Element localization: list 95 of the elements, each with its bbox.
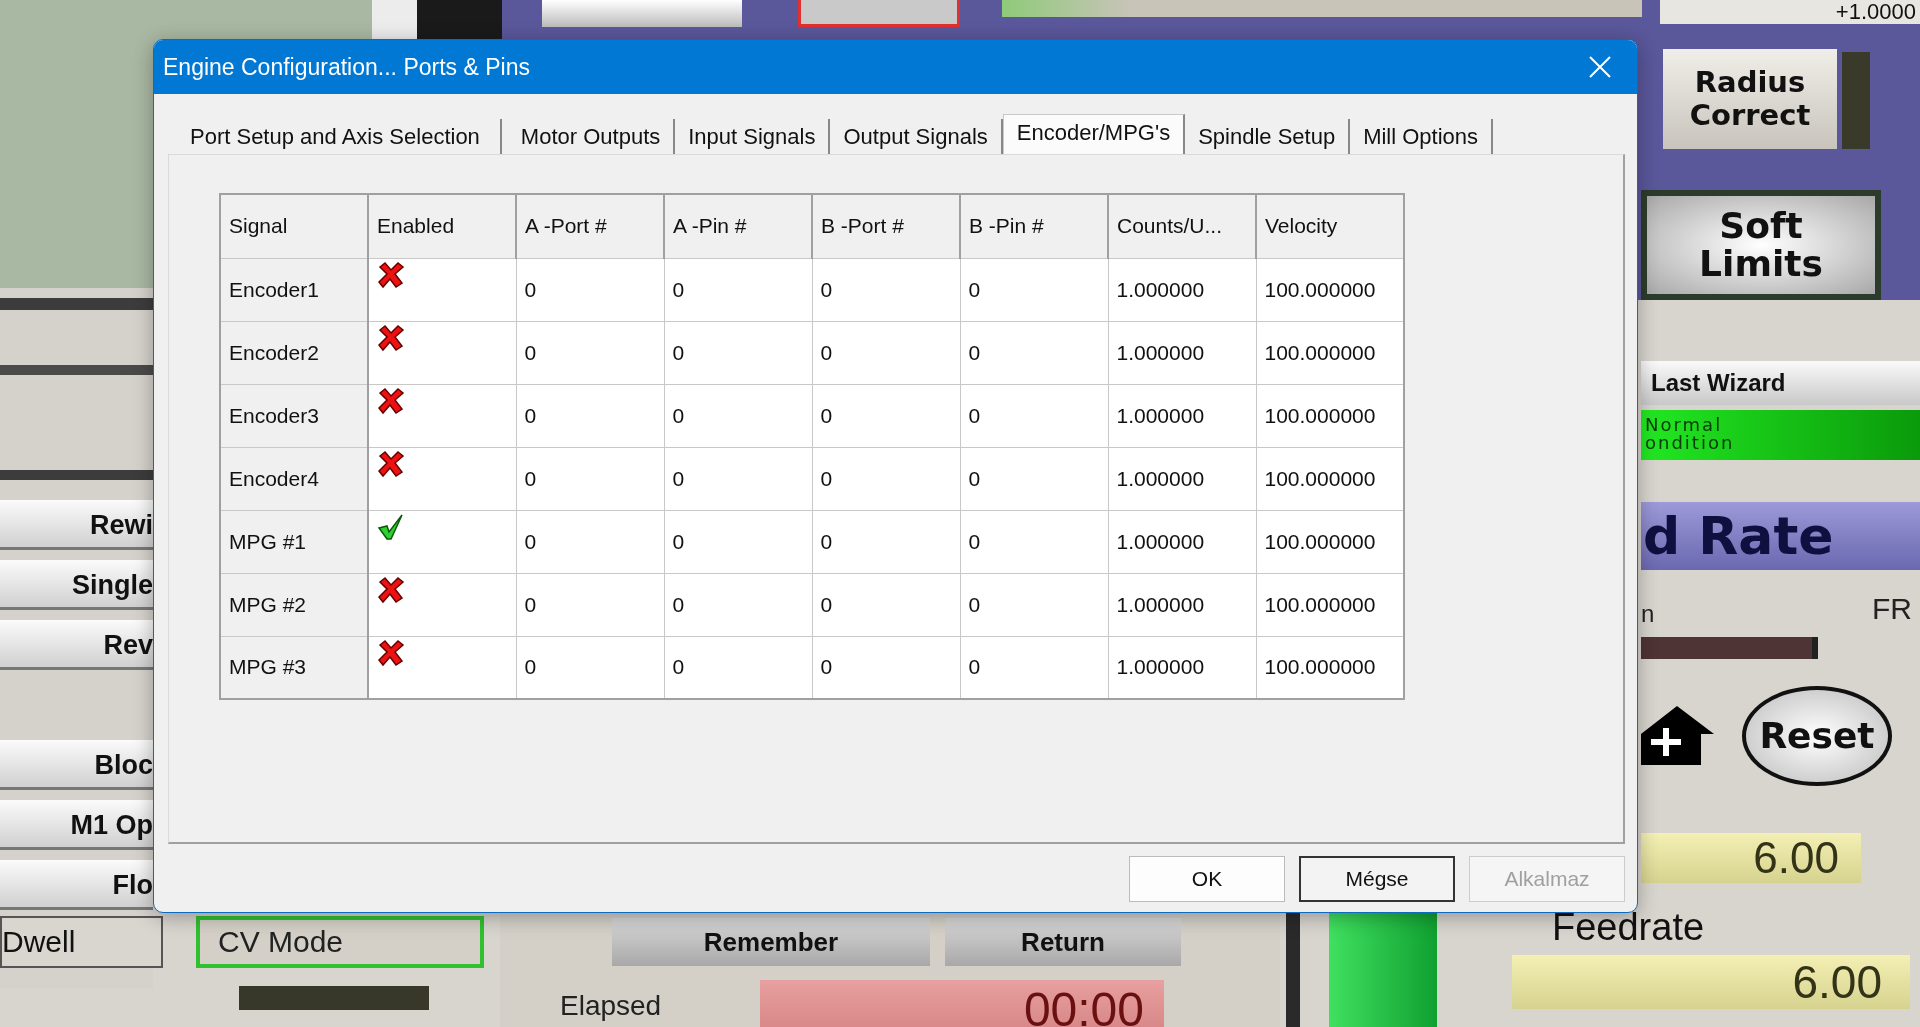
column-header[interactable]: Signal <box>220 194 368 258</box>
readout-display: 6.00 <box>1641 833 1861 883</box>
machine-button[interactable]: Rev <box>0 620 153 670</box>
home-plus-icon[interactable] <box>1641 704 1714 765</box>
row-header[interactable]: Encoder2 <box>220 321 368 384</box>
table-cell: 0 <box>664 384 812 447</box>
soft-limits-button[interactable]: Soft Limits <box>1641 190 1881 300</box>
label-text: FR <box>1872 592 1912 626</box>
cross-icon[interactable] <box>377 323 405 352</box>
table-cell: 0 <box>516 510 664 573</box>
table-cell: 0 <box>960 573 1108 636</box>
label-text: n <box>1641 600 1655 628</box>
radius-correct-button[interactable]: Radius Correct <box>1663 49 1837 149</box>
table-cell: 0 <box>516 573 664 636</box>
column-header[interactable]: Counts/U... <box>1108 194 1256 258</box>
table-cell: 0 <box>960 258 1108 321</box>
row-header[interactable]: MPG #2 <box>220 573 368 636</box>
table-cell: 0 <box>960 447 1108 510</box>
checkmark-icon[interactable] <box>377 512 405 541</box>
tab[interactable]: Encoder/MPG's <box>1002 114 1186 154</box>
table-cell: 0 <box>812 384 960 447</box>
table-cell: 1.000000 <box>1108 636 1256 699</box>
cross-icon[interactable] <box>377 260 405 289</box>
cv-mode-button[interactable]: CV Mode <box>196 916 484 968</box>
machine-button[interactable]: M1 Op <box>0 800 153 850</box>
row-header[interactable]: MPG #3 <box>220 636 368 699</box>
dialog-button[interactable]: Mégse <box>1299 856 1455 902</box>
table-cell: 0 <box>516 636 664 699</box>
table-cell: 1.000000 <box>1108 510 1256 573</box>
table-cell: 0 <box>812 258 960 321</box>
table-cell: 0 <box>664 636 812 699</box>
table-cell: 100.000000 <box>1256 636 1404 699</box>
label-text: Elapsed <box>560 990 662 1022</box>
column-header[interactable]: Velocity <box>1256 194 1404 258</box>
table-cell: 0 <box>812 321 960 384</box>
readout-display: 00:00 <box>760 980 1164 1027</box>
table-cell: 0 <box>960 384 1108 447</box>
table-cell: 0 <box>960 321 1108 384</box>
table-cell: 1.000000 <box>1108 321 1256 384</box>
table-cell: 0 <box>516 447 664 510</box>
row-header[interactable]: Encoder1 <box>220 258 368 321</box>
reset-button[interactable]: Reset <box>1742 686 1892 786</box>
machine-button[interactable]: Flo <box>0 860 153 910</box>
cross-icon[interactable] <box>377 575 405 604</box>
table-cell: 100.000000 <box>1256 510 1404 573</box>
table-cell: 1.000000 <box>1108 573 1256 636</box>
cross-icon[interactable] <box>377 449 405 478</box>
dwell-button[interactable]: Dwell <box>0 916 163 968</box>
column-header[interactable]: Enabled <box>368 194 516 258</box>
table-cell: 0 <box>812 447 960 510</box>
cross-icon[interactable] <box>377 638 405 667</box>
column-header[interactable]: A -Port # <box>516 194 664 258</box>
column-header[interactable]: B -Port # <box>812 194 960 258</box>
last-wizard-button[interactable]: Last Wizard <box>1641 361 1920 405</box>
column-header[interactable]: B -Pin # <box>960 194 1108 258</box>
table-cell: 0 <box>516 384 664 447</box>
table-cell: 100.000000 <box>1256 384 1404 447</box>
table-cell: 1.000000 <box>1108 447 1256 510</box>
readout-display: +1.0000 <box>1660 0 1920 24</box>
table-cell: 0 <box>516 321 664 384</box>
table-cell: 0 <box>664 510 812 573</box>
machine-button[interactable]: Bloc <box>0 740 153 790</box>
row-header[interactable]: Encoder3 <box>220 384 368 447</box>
table-cell: 0 <box>812 636 960 699</box>
table-cell: 1.000000 <box>1108 258 1256 321</box>
machine-button[interactable]: Rewi <box>0 500 153 550</box>
remember-button[interactable]: Remember <box>612 918 930 966</box>
window-title: Engine Configuration... Ports & Pins <box>163 53 530 81</box>
table-cell: 0 <box>812 510 960 573</box>
table-cell: 0 <box>812 573 960 636</box>
table-cell: 0 <box>664 447 812 510</box>
readout-display: 6.00 <box>1512 955 1910 1009</box>
table-cell: 0 <box>664 321 812 384</box>
row-header[interactable]: Encoder4 <box>220 447 368 510</box>
table-cell: 100.000000 <box>1256 321 1404 384</box>
table-cell: 0 <box>960 636 1108 699</box>
column-header[interactable]: A -Pin # <box>664 194 812 258</box>
row-header[interactable]: MPG #1 <box>220 510 368 573</box>
table-cell: 0 <box>516 258 664 321</box>
table-cell: 100.000000 <box>1256 573 1404 636</box>
table-cell: 100.000000 <box>1256 258 1404 321</box>
machine-button[interactable] <box>798 0 960 27</box>
feed-rate-banner: d Rate <box>1641 502 1920 570</box>
dialog-button[interactable]: OK <box>1129 856 1285 902</box>
condition-indicator: Normal ondition <box>1641 410 1920 460</box>
table-cell: 0 <box>664 258 812 321</box>
label-text: Feedrate <box>1552 906 1705 949</box>
cross-icon[interactable] <box>377 386 405 415</box>
table-cell: 0 <box>960 510 1108 573</box>
table-cell: 0 <box>664 573 812 636</box>
machine-button[interactable]: Single <box>0 560 153 610</box>
return-button[interactable]: Return <box>945 918 1181 966</box>
table-cell: 100.000000 <box>1256 447 1404 510</box>
close-icon[interactable] <box>1589 56 1611 78</box>
table-cell: 1.000000 <box>1108 384 1256 447</box>
